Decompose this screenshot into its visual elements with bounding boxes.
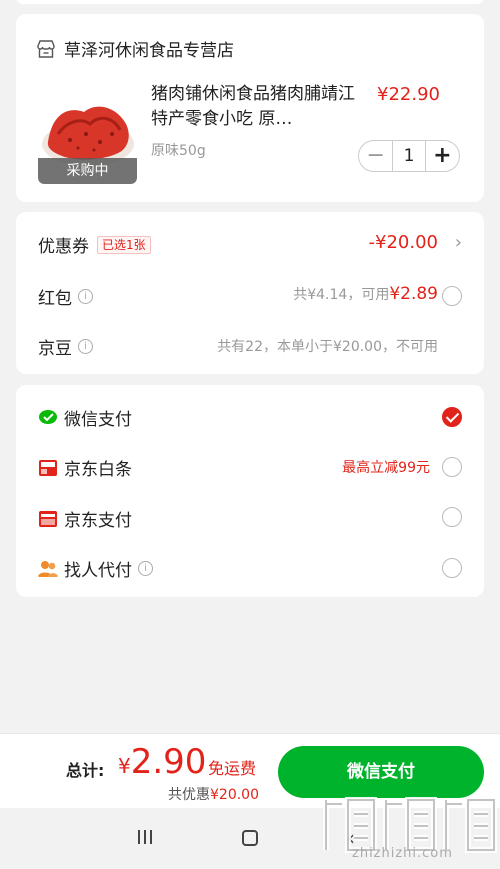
decrease-button[interactable]: − xyxy=(359,141,392,171)
payment-card: 微信支付 京东白条 最高立减99元 京东支付 找人代付 i xyxy=(16,385,484,597)
home-icon[interactable] xyxy=(242,830,258,846)
free-shipping: 免运费 xyxy=(208,759,257,778)
quantity-stepper: − 1 + xyxy=(358,140,460,172)
payment-label: 微信支付 xyxy=(64,410,132,430)
discount-card: 优惠券 已选1张 -¥20.00 › 红包 i 共¥4.14，可用¥2.89 京… xyxy=(16,212,484,374)
discount-prefix: 共优惠 xyxy=(168,787,210,803)
jd-pay-icon xyxy=(39,510,57,527)
store-card: 草泽河休闲食品专营店 采购中 猪肉铺休闲食品猪肉脯靖江特产零食小吃 原… 原味5… xyxy=(16,14,484,202)
payment-label: 京东支付 xyxy=(64,511,132,531)
info-icon[interactable]: i xyxy=(78,289,93,304)
hongbao-radio[interactable] xyxy=(442,286,462,306)
payment-method-wechat[interactable]: 微信支付 xyxy=(38,405,132,430)
people-icon xyxy=(38,560,58,577)
hongbao-label: 红包 xyxy=(38,289,72,309)
total-label: 总计: xyxy=(66,761,105,780)
info-icon[interactable]: i xyxy=(138,561,153,576)
product-price: ¥22.90 xyxy=(377,84,440,105)
hongbao-available: ¥2.89 xyxy=(389,284,438,304)
jdpay-radio[interactable] xyxy=(442,507,462,527)
chevron-right-icon[interactable]: › xyxy=(455,232,462,253)
payment-label: 京东白条 xyxy=(64,460,132,480)
coupon-selected-tag: 已选1张 xyxy=(97,235,151,254)
friend-pay-radio[interactable] xyxy=(442,558,462,578)
hongbao-info: 共¥4.14，可用¥2.89 xyxy=(293,284,438,304)
coupon-value[interactable]: -¥20.00 xyxy=(369,232,438,253)
total-discount[interactable]: 共优惠¥20.00 xyxy=(168,784,259,804)
store-header[interactable]: 草泽河休闲食品专营店 xyxy=(36,36,234,61)
product-title[interactable]: 猪肉铺休闲食品猪肉脯靖江特产零食小吃 原… xyxy=(151,82,361,132)
currency-symbol: ¥ xyxy=(118,754,131,778)
payment-method-friend[interactable]: 找人代付 i xyxy=(38,556,153,581)
coupon-label: 优惠券 xyxy=(38,237,89,257)
total-amount: ¥ 2.90 xyxy=(118,742,206,782)
watermark-text: zhizhizhi.com xyxy=(352,846,453,861)
store-icon xyxy=(37,39,55,58)
jd-baitiao-icon xyxy=(39,459,57,476)
payment-label: 找人代付 xyxy=(64,561,132,581)
hongbao-total: 共¥4.14，可用 xyxy=(293,287,390,303)
jingdou-row: 京豆 i xyxy=(38,334,93,359)
recent-apps-icon[interactable] xyxy=(138,830,152,844)
jingdou-info: 共有22，本单小于¥20.00，不可用 xyxy=(217,339,438,355)
increase-button[interactable]: + xyxy=(426,141,459,171)
discount-amount: ¥20.00 xyxy=(210,787,259,803)
hongbao-row: 红包 i xyxy=(38,284,93,309)
total-value: 2.90 xyxy=(130,742,207,782)
wechat-pay-icon xyxy=(39,409,57,424)
jingdou-label: 京豆 xyxy=(38,339,72,359)
baitiao-radio[interactable] xyxy=(442,457,462,477)
purchase-status-tag: 采购中 xyxy=(38,158,137,184)
product-image[interactable]: 采购中 xyxy=(38,84,137,184)
product-spec[interactable]: 原味50g xyxy=(151,140,206,160)
store-name: 草泽河休闲食品专营店 xyxy=(64,41,234,61)
coupon-row[interactable]: 优惠券 已选1张 xyxy=(38,232,151,257)
info-icon[interactable]: i xyxy=(78,339,93,354)
payment-method-baitiao[interactable]: 京东白条 xyxy=(38,455,132,480)
payment-method-jdpay[interactable]: 京东支付 xyxy=(38,506,132,531)
wechat-pay-radio[interactable] xyxy=(442,407,462,427)
previous-card-edge xyxy=(16,0,484,4)
baitiao-promo: 最高立减99元 xyxy=(342,460,430,476)
quantity-value[interactable]: 1 xyxy=(392,141,426,171)
